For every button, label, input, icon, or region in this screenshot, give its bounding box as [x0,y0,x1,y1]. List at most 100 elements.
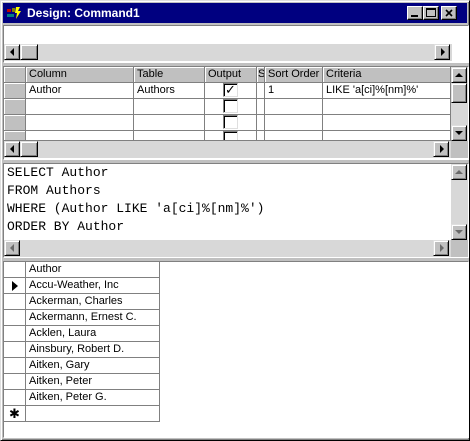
sql-line: ORDER BY Author [7,219,125,234]
grid-cell-sort-order[interactable] [265,99,323,115]
grid-scroll-down-button[interactable] [451,125,467,141]
grid-header-output[interactable]: Output [205,67,257,83]
maximize-icon [426,8,436,17]
sql-scroll-up-button[interactable] [451,164,467,180]
grid-cell-criteria[interactable] [323,99,451,115]
grid-cell-table[interactable] [134,131,205,141]
scroll-corner [451,141,468,158]
sql-hscrollbar[interactable] [4,240,451,257]
row-selector[interactable] [4,83,26,99]
window-title: Design: Command1 [27,6,140,20]
output-checkbox[interactable] [223,131,238,140]
grid-cell-sort-order[interactable] [265,131,323,141]
grid-header-sort-type[interactable]: S [257,67,265,83]
grid-cell-sort-order[interactable] [265,115,323,131]
new-record-icon[interactable]: ✱ [4,406,26,422]
grid-cell-sort-type[interactable] [257,83,265,99]
grid-cell-column[interactable] [26,131,134,141]
right-arrow-icon [440,145,444,153]
result-cell[interactable]: Accu-Weather, Inc [26,278,160,294]
grid-scroll-right-button[interactable] [433,141,449,157]
grid-cell-sort-type[interactable] [257,99,265,115]
result-cell[interactable]: Aitken, Gary [26,358,160,374]
grid-cell-criteria[interactable] [323,131,451,141]
output-checkbox[interactable] [223,99,238,113]
grid-cell-output: ✓ [205,83,257,99]
diagram-scroll-left-button[interactable] [4,44,20,60]
row-selector[interactable] [4,390,26,406]
sql-line: WHERE (Author LIKE 'a[ci]%[nm]%') [7,201,265,216]
grid-cell-sort-type[interactable] [257,115,265,131]
output-checkbox[interactable] [223,115,238,129]
row-selector[interactable] [4,99,26,115]
scroll-corner [451,240,468,257]
criteria-grid-pane: Column Table Output S Sort Order Criteri… [3,66,469,160]
result-cell[interactable]: Ackermann, Ernest C. [26,310,160,326]
grid-header-criteria[interactable]: Criteria [323,67,451,83]
grid-cell-column[interactable] [26,115,134,131]
row-selector[interactable] [4,342,26,358]
row-selector[interactable] [4,358,26,374]
close-button[interactable] [441,6,457,20]
result-cell[interactable]: Acklen, Laura [26,326,160,342]
grid-corner [4,67,26,83]
output-checkbox[interactable]: ✓ [223,83,238,97]
diagram-pane[interactable] [3,25,469,63]
sql-line: FROM Authors [7,183,101,198]
diagram-hscroll-thumb[interactable] [20,44,38,60]
grid-cell-criteria[interactable] [323,115,451,131]
title-bar[interactable]: Design: Command1 [3,3,467,23]
grid-vscrollbar[interactable] [451,67,468,141]
grid-cell-column[interactable] [26,99,134,115]
left-arrow-icon [10,244,14,252]
grid-scroll-up-button[interactable] [451,67,467,83]
designer-window: Design: Command1 Column Table Output S S… [0,0,470,441]
grid-header-table[interactable]: Table [134,67,205,83]
grid-hscroll-thumb[interactable] [20,141,38,157]
grid-vscroll-thumb[interactable] [451,83,467,103]
close-icon [445,9,453,17]
maximize-button[interactable] [423,6,439,20]
results-header-author[interactable]: Author [26,262,160,278]
results-corner [4,262,26,278]
new-record-cell[interactable] [26,406,160,422]
grid-cell-output [205,115,257,131]
grid-scroll-left-button[interactable] [4,141,20,157]
sql-vscrollbar[interactable] [451,164,468,240]
left-arrow-icon [10,48,14,56]
result-cell[interactable]: Aitken, Peter G. [26,390,160,406]
minimize-button[interactable] [407,6,423,20]
grid-cell-criteria[interactable]: LIKE 'a[ci]%[nm]%' [323,83,451,99]
sql-scroll-left-button[interactable] [4,240,20,256]
grid-header-sort-order[interactable]: Sort Order [265,67,323,83]
grid-cell-sort-type[interactable] [257,131,265,141]
result-cell[interactable]: Ainsbury, Robert D. [26,342,160,358]
up-arrow-icon [455,73,463,77]
result-cell[interactable]: Aitken, Peter [26,374,160,390]
row-selector[interactable] [4,310,26,326]
down-arrow-icon [455,131,463,135]
grid-hscrollbar[interactable] [4,141,451,158]
grid-cell-sort-order[interactable]: 1 [265,83,323,99]
results-pane: Author Accu-Weather, Inc Ackerman, Charl… [3,261,469,438]
result-cell[interactable]: Ackerman, Charles [26,294,160,310]
sql-scroll-right-button[interactable] [433,240,449,256]
diagram-scroll-right-button[interactable] [434,44,450,60]
row-selector[interactable] [4,131,26,141]
row-selector[interactable] [4,294,26,310]
up-arrow-icon [455,170,463,174]
row-selector[interactable] [4,374,26,390]
sql-pane[interactable]: SELECT Author FROM Authors WHERE (Author… [3,163,469,258]
grid-cell-table[interactable] [134,115,205,131]
grid-header-column[interactable]: Column [26,67,134,83]
sql-line: SELECT Author [7,165,109,180]
grid-cell-column[interactable]: Author [26,83,134,99]
grid-cell-table[interactable] [134,99,205,115]
down-arrow-icon [455,230,463,234]
row-selector[interactable] [4,326,26,342]
grid-cell-table[interactable]: Authors [134,83,205,99]
diagram-hscrollbar[interactable] [4,44,452,61]
row-selector[interactable] [4,115,26,131]
current-row-selector[interactable] [4,278,26,294]
sql-scroll-down-button[interactable] [451,224,467,240]
